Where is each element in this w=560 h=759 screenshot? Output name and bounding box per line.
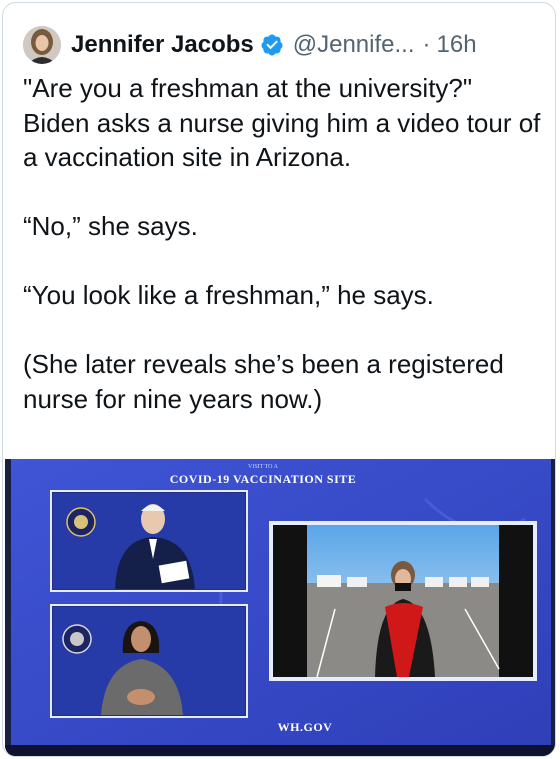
separator-dot: · xyxy=(422,31,431,58)
banner-title-text: COVID-19 VACCINATION SITE xyxy=(170,472,357,486)
footer-text: WH.GOV xyxy=(278,720,333,734)
banner-small-text: VISIT TO A xyxy=(248,464,279,470)
tweet-paragraph: “No,” she says. xyxy=(23,211,198,241)
tweet-timestamp[interactable]: 16h xyxy=(437,31,477,59)
tweet-paragraph: “You look like a freshman,” he says. xyxy=(23,280,434,310)
video-call-screen-image: VISIT TO A COVID-19 VACCINATION SITE WH.… xyxy=(5,459,555,756)
tweet-media-image[interactable]: VISIT TO A COVID-19 VACCINATION SITE WH.… xyxy=(5,459,555,756)
author-avatar[interactable] xyxy=(23,26,61,64)
tweet-card[interactable]: Jennifer Jacobs @Jennife... · 16h "Are y… xyxy=(2,2,556,757)
tweet-header: Jennifer Jacobs @Jennife... · 16h xyxy=(23,25,543,65)
tweet-paragraph: "Are you a freshman at the university?" … xyxy=(23,73,541,172)
tweet-paragraph: (She later reveals she’s been a register… xyxy=(23,349,504,414)
author-handle[interactable]: @Jennife... xyxy=(293,31,415,59)
tweet-text: "Are you a freshman at the university?" … xyxy=(23,71,543,416)
verified-badge-icon xyxy=(261,34,283,56)
author-name[interactable]: Jennifer Jacobs xyxy=(71,31,254,59)
